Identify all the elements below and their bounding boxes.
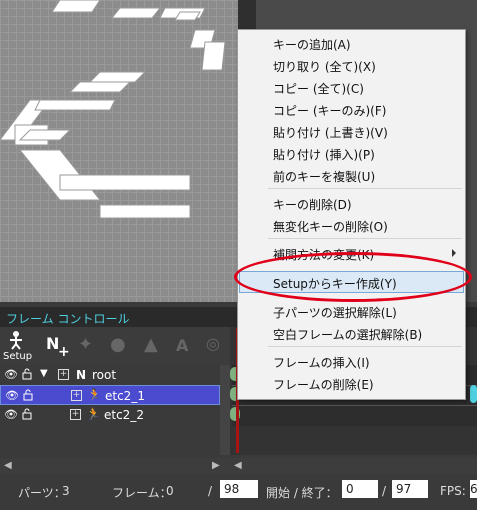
menu-item-add-key[interactable]: キーの追加(A) [239,32,464,54]
tree-row-label: root [92,368,117,382]
add-audio-button[interactable]: ◎ [202,330,230,362]
fps-field[interactable]: 6 [470,480,477,498]
tree-row-label: etc2_1 [105,389,145,403]
context-menu: キーの追加(A) 切り取り (全て)(X) コピー (全て)(C) コピー (キ… [237,29,466,400]
fps-label: FPS: [440,484,466,498]
frame-label: フレーム： [112,486,172,500]
bevel-shape-graphic [0,0,226,219]
menu-item-create-key-from-setup[interactable]: Setupからキー作成(Y) [239,271,464,293]
menu-item-change-interpolation[interactable]: 補間方法の変更(K) [239,242,464,264]
scroll-right-icon[interactable]: ▶ [212,460,220,471]
bone-icon: ● [110,334,126,355]
timeline-horizontal-scrollbar[interactable]: ◀ [230,458,477,474]
part-tree: 👁 ▼ + N root 👁 + 🏃 etc2_1 👁 + 🏃 etc2_2 [0,365,220,455]
menu-separator [268,238,462,239]
menu-item-delete-unchanged-keys[interactable]: 無変化キーの削除(O) [239,214,464,236]
expand-box-icon[interactable]: + [58,369,69,380]
scroll-left-icon[interactable]: ◀ [4,460,12,471]
add-effect-button[interactable]: ▲ [140,330,168,362]
menu-item-delete-key[interactable]: キーの削除(D) [239,192,464,214]
menu-item-deselect-children[interactable]: 子パーツの選択解除(L) [239,300,464,322]
menu-item-paste-overwrite[interactable]: 貼り付け (上書き)(V) [239,120,464,142]
status-bar: パーツ： 3 フレーム： 0 / 98 開始 / 終了： 0 / 97 FPS:… [0,476,477,510]
setup-label: Setup [3,351,33,362]
add-bone-button[interactable]: ● [108,330,136,362]
expand-box-icon[interactable]: + [71,390,82,401]
menu-separator [268,188,462,189]
slash: / [382,484,387,498]
effect-icon: ▲ [144,334,158,355]
add-text-button[interactable]: A [172,330,200,362]
plus-icon: + [58,344,70,360]
timeline-end-marker[interactable] [470,385,477,403]
text-icon: A [176,336,189,355]
start-end-label: 開始 / 終了： [266,486,338,500]
add-null-button[interactable]: N + [44,330,72,362]
person-icon: 🏃 [87,388,102,402]
eye-icon[interactable]: 👁 [5,390,19,402]
menu-item-insert-frame[interactable]: フレームの挿入(I) [239,350,464,372]
tree-horizontal-scrollbar[interactable]: ◀ ▶ [0,458,230,474]
audio-icon: ◎ [206,334,220,353]
lock-icon[interactable] [22,368,32,380]
add-star-button[interactable]: ✦ [76,330,104,362]
menu-item-copy-keys[interactable]: コピー (キーのみ)(F) [239,98,464,120]
tree-row-etc2-2[interactable]: 👁 + 🏃 etc2_2 [0,405,220,425]
menu-separator [268,346,462,347]
parts-label: パーツ： [18,486,66,500]
tree-row-etc2-1[interactable]: 👁 + 🏃 etc2_1 [0,385,220,405]
slash: / [208,484,213,498]
tree-row-label: etc2_2 [104,408,144,422]
person-icon [10,331,22,350]
person-icon: 🏃 [86,407,101,421]
menu-item-copy-all[interactable]: コピー (全て)(C) [239,76,464,98]
lock-icon[interactable] [22,408,32,420]
menu-item-paste-insert[interactable]: 貼り付け (挿入)(P) [239,142,464,164]
start-frame-field[interactable]: 0 [342,480,378,498]
submenu-arrow-icon [452,249,456,257]
parts-value: 3 [62,484,70,498]
tree-vertical-scrollbar[interactable] [220,365,230,455]
menu-item-deselect-empty-frames[interactable]: 空白フレームの選択解除(B) [239,322,464,344]
setup-button[interactable]: Setup [2,330,33,362]
frame-toolbar: Setup N + ✦ ● ▲ A ◎ [0,327,230,365]
null-type-icon: N [76,368,87,382]
frame-total-field[interactable]: 98 [220,480,258,498]
expand-arrow-icon[interactable]: ▼ [40,368,48,379]
end-frame-field[interactable]: 97 [392,480,428,498]
scroll-left-icon[interactable]: ◀ [234,460,242,471]
menu-item-duplicate-prev-key[interactable]: 前のキーを複製(U) [239,164,464,186]
tree-row-root[interactable]: 👁 ▼ + N root [0,365,220,385]
eye-icon[interactable]: 👁 [4,369,18,381]
lock-icon[interactable] [23,389,33,401]
timeline-track-etc2-2[interactable] [232,405,477,426]
frame-value: 0 [166,484,174,498]
frame-control-title: フレーム コントロール [6,312,130,326]
star-icon: ✦ [78,334,94,355]
menu-item-delete-frame[interactable]: フレームの削除(E) [239,372,464,394]
menu-item-cut-all[interactable]: 切り取り (全て)(X) [239,54,464,76]
expand-box-icon[interactable]: + [70,409,81,420]
eye-icon[interactable]: 👁 [4,409,18,421]
